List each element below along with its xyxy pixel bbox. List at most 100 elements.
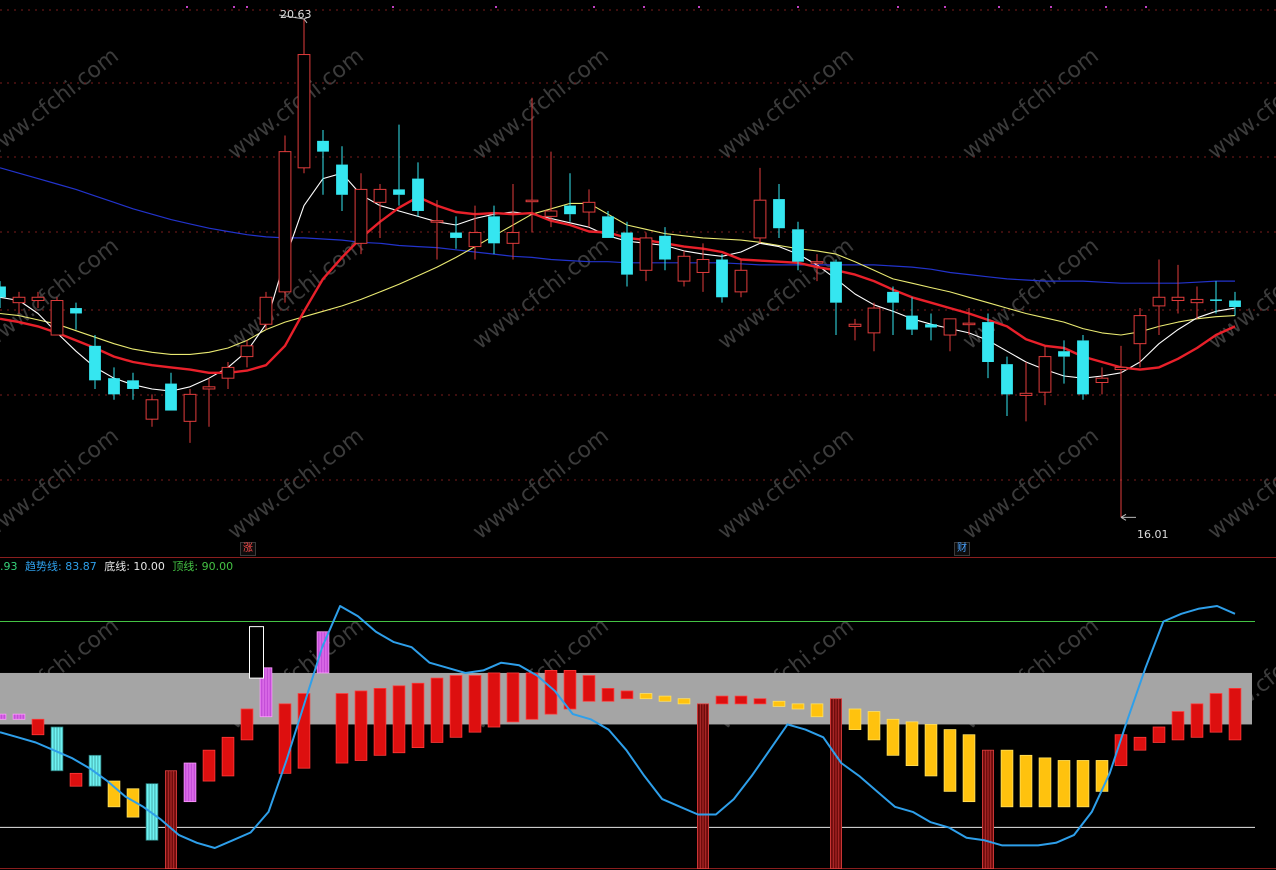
indicator-bar — [677, 698, 691, 705]
candle — [602, 210, 614, 238]
candle-body — [506, 232, 520, 244]
top-tick-mark — [1145, 6, 1147, 8]
legend-top-line: 顶线: 90.00 — [172, 560, 234, 573]
candle-body — [773, 199, 785, 229]
candle — [753, 167, 767, 244]
indicator-bar — [810, 703, 824, 718]
candle — [1114, 345, 1128, 518]
indicator-bar — [867, 711, 881, 741]
candle-body — [887, 291, 899, 303]
candle-body — [1095, 377, 1109, 383]
top-tick-mark — [1050, 6, 1052, 8]
candle — [906, 297, 918, 336]
candle — [354, 173, 368, 255]
indicator-bar — [449, 675, 463, 738]
marker-finance-badge[interactable]: 财 — [954, 542, 970, 556]
high-price-label: 20.63 — [280, 8, 312, 21]
candle-body — [1190, 298, 1204, 304]
candle-body — [621, 232, 633, 275]
candle — [1019, 362, 1033, 422]
candle-body — [202, 386, 216, 390]
indicator-bar — [772, 700, 786, 707]
candle — [1210, 281, 1222, 314]
candle — [1095, 367, 1109, 395]
peak-marker-box — [249, 626, 264, 679]
indicator-bar — [620, 690, 634, 700]
marker-rise-badge[interactable]: 涨 — [240, 542, 256, 556]
candle — [1190, 286, 1204, 319]
top-tick-mark — [897, 6, 899, 8]
candle — [108, 367, 120, 400]
candle — [145, 394, 159, 427]
indicator-bar — [1076, 760, 1090, 808]
indicator-bar — [563, 669, 577, 710]
candle-body — [450, 232, 462, 238]
candle — [336, 146, 348, 211]
top-tick-mark — [186, 6, 188, 8]
indicator-bar — [943, 729, 957, 792]
top-tick-mark — [246, 6, 248, 8]
candle-body — [734, 269, 748, 293]
candle-body — [582, 201, 596, 213]
candle-body — [867, 307, 881, 334]
indicator-legend: .93 趋势线: 83.87 底线: 10.00 顶线: 90.00 — [0, 559, 237, 575]
indicator-bar — [886, 718, 900, 756]
indicator-bar — [525, 672, 539, 720]
indicator-trend-line — [0, 605, 1236, 849]
candle — [506, 184, 520, 260]
indicator-bar — [791, 703, 805, 710]
watermark-text: www.cfchi.com — [713, 43, 858, 164]
indicator-bar — [31, 718, 45, 736]
top-tick-mark — [797, 6, 799, 8]
legend-value: .93 — [0, 560, 18, 573]
candle — [259, 291, 273, 330]
top-tick-mark — [643, 6, 645, 8]
watermark-text: www.cfchi.com — [223, 43, 368, 164]
candle-body — [810, 261, 824, 264]
watermark-text: www.cfchi.com — [468, 423, 613, 544]
candle-body — [639, 237, 653, 271]
candle-body — [488, 216, 500, 244]
indicator-bar — [468, 675, 482, 733]
indicator-bar — [1190, 703, 1204, 738]
candle — [734, 259, 748, 298]
watermark-text: www.cfchi.com — [223, 423, 368, 544]
candle — [887, 286, 899, 336]
candle-body — [982, 322, 994, 362]
indicator-bar — [202, 749, 216, 782]
candle-body — [336, 164, 348, 195]
candle — [297, 18, 311, 174]
indicator-bar — [430, 677, 444, 743]
candle-body — [297, 54, 311, 169]
watermark-text: www.cfchi.com — [958, 43, 1103, 164]
candle-body — [108, 378, 120, 395]
candle-body — [12, 296, 26, 304]
indicator-bar — [1019, 754, 1033, 808]
indicator-bar — [1171, 711, 1185, 741]
indicator-bar — [373, 688, 387, 756]
candle — [716, 254, 728, 303]
indicator-bar — [601, 688, 615, 702]
candle-body — [792, 229, 804, 262]
candle — [183, 388, 197, 443]
candle-body — [564, 205, 576, 215]
candle-body — [1133, 315, 1147, 345]
candle — [982, 313, 994, 379]
candle-body — [70, 308, 82, 314]
candle — [165, 372, 177, 411]
top-tick-mark — [233, 6, 235, 8]
candle-body — [943, 318, 957, 336]
stock-chart-canvas: www.cfchi.com www.cfchi.com www.cfchi.com w… — [0, 6, 1276, 869]
indicator-bar — [924, 724, 938, 777]
indicator-bar — [1000, 749, 1014, 808]
candle — [430, 200, 444, 260]
indicator-bar — [221, 736, 235, 777]
indicator-bar — [734, 695, 748, 705]
candle-body — [259, 296, 273, 325]
candle-body — [1077, 340, 1089, 395]
indicator-bar — [411, 682, 425, 749]
candle-body — [1229, 300, 1241, 307]
candle-body — [278, 151, 292, 293]
candle-body — [716, 259, 728, 298]
candle — [544, 151, 558, 228]
